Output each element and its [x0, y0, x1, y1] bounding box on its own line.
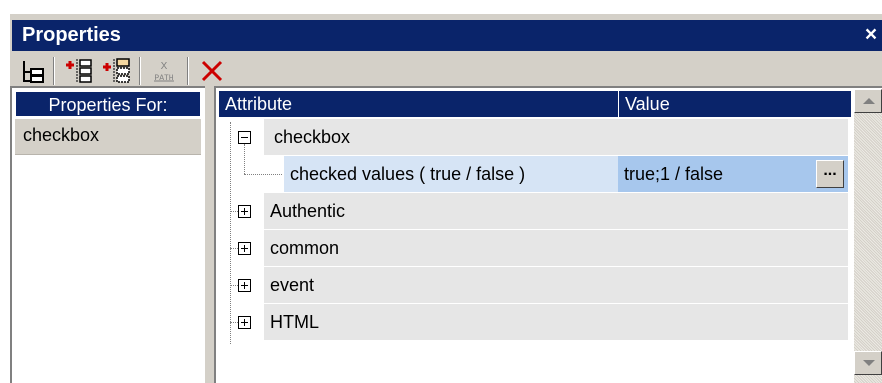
grid-row-event[interactable]: event — [216, 267, 848, 304]
value-text[interactable]: true;1 / false — [624, 156, 723, 192]
properties-for-header: Properties For: — [15, 91, 201, 117]
grid-row-checked-values[interactable]: checked values ( true / false ) true;1 /… — [216, 156, 848, 193]
svg-text:X: X — [161, 61, 168, 72]
toolbar-separator — [139, 57, 141, 85]
arrow-up-icon — [863, 98, 875, 104]
vertical-scrollbar[interactable] — [854, 89, 882, 383]
expand-icon[interactable] — [238, 316, 251, 329]
grid-row-checkbox[interactable]: checkbox — [216, 119, 848, 156]
tree-connector — [244, 174, 282, 175]
insert-element-button[interactable] — [61, 55, 95, 87]
arrow-down-icon — [863, 360, 875, 366]
properties-for-pane: Properties For: checkbox — [10, 86, 205, 383]
tree-view-icon — [23, 61, 44, 83]
properties-for-item-checkbox[interactable]: checkbox — [15, 119, 201, 155]
toolbar-separator — [53, 57, 55, 85]
expand-icon[interactable] — [238, 279, 251, 292]
window-title: Properties — [22, 24, 121, 46]
grid-row-html[interactable]: HTML — [216, 304, 848, 341]
tree-connector — [244, 144, 245, 174]
append-element-icon — [103, 58, 130, 83]
grid-row-label: checkbox — [274, 127, 351, 147]
grid-row-label: event — [270, 275, 315, 295]
column-header-value[interactable]: Value — [619, 91, 852, 117]
xpath-icon: X PATH — [154, 61, 174, 83]
tree-connector — [230, 285, 238, 286]
tree-connector — [230, 322, 238, 323]
append-element-button[interactable] — [99, 55, 133, 87]
title-bar[interactable]: Properties × — [12, 20, 882, 51]
delete-icon — [201, 60, 223, 82]
grid-row-label: checked values ( true / false ) — [290, 164, 526, 184]
scroll-down-button[interactable] — [854, 351, 882, 375]
ellipsis-button[interactable]: ... — [816, 160, 844, 188]
grid-row-label: Authentic — [270, 201, 346, 221]
toolbar-separator — [187, 57, 189, 85]
delete-button[interactable] — [195, 55, 229, 87]
xpath-button[interactable]: X PATH — [147, 55, 181, 87]
grid-row-label: HTML — [270, 312, 319, 332]
tree-view-button[interactable] — [15, 55, 49, 87]
grid-row-common[interactable]: common — [216, 230, 848, 267]
insert-element-icon — [66, 59, 92, 83]
tree-connector — [230, 122, 231, 344]
grid-row-label: common — [270, 238, 340, 258]
toolbar: X PATH — [11, 51, 882, 91]
scroll-up-button[interactable] — [854, 89, 882, 113]
expand-icon[interactable] — [238, 242, 251, 255]
column-header-attribute[interactable]: Attribute — [219, 91, 619, 117]
collapse-icon[interactable] — [238, 131, 251, 144]
tree-connector — [230, 211, 238, 212]
svg-text:PATH: PATH — [154, 74, 173, 83]
tree-connector — [230, 248, 238, 249]
grid-row-authentic[interactable]: Authentic — [216, 193, 848, 230]
close-button[interactable]: × — [861, 23, 881, 47]
expand-icon[interactable] — [238, 205, 251, 218]
attribute-grid: Attribute Value checkbox checked values … — [214, 86, 882, 383]
